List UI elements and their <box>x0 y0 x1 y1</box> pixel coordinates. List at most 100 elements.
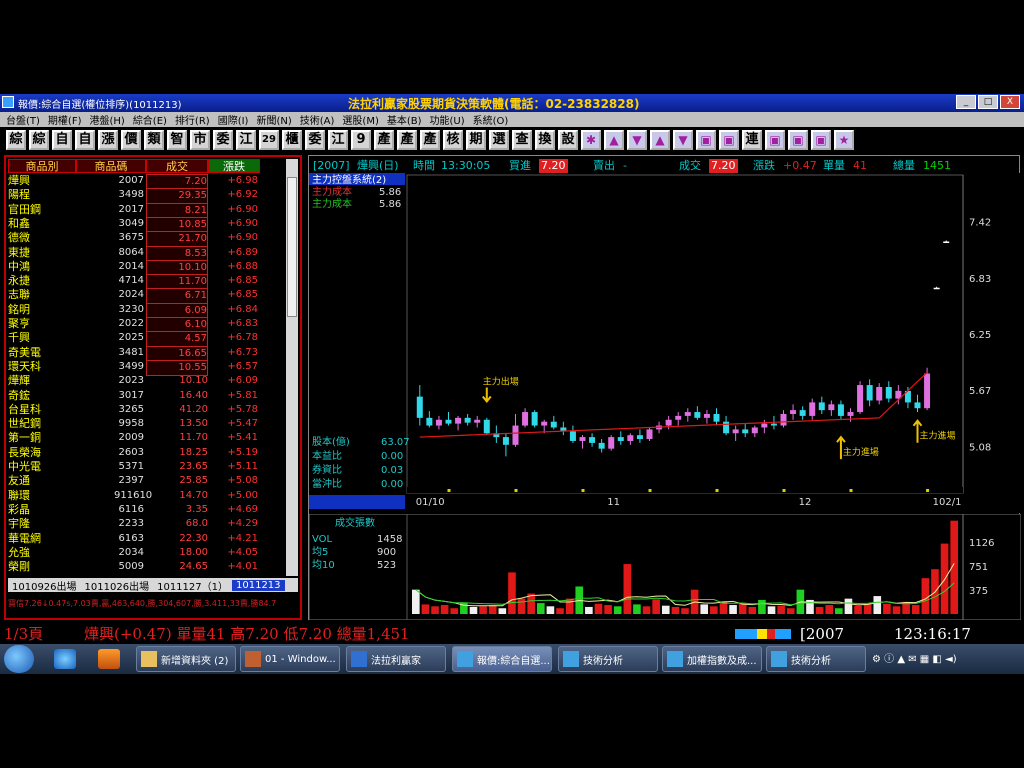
list-tab[interactable]: 1011213 <box>232 579 285 591</box>
toolbar-button[interactable]: 核 <box>443 130 463 150</box>
menu-item[interactable]: 基本(B) <box>387 112 422 127</box>
quote-row[interactable]: 世紀鋼 9958 13.50 +5.47 <box>6 417 290 431</box>
taskbar-item[interactable]: 報價:綜合自選... <box>452 646 552 672</box>
quote-row[interactable]: 志聯 2024 6.71 +6.85 <box>6 288 290 305</box>
toolbar-button[interactable]: 設 <box>558 130 578 150</box>
toolbar-button[interactable]: ▣ <box>765 130 785 150</box>
taskbar-item[interactable]: 01 - Window... <box>240 646 340 672</box>
toolbar-button[interactable]: 委 <box>305 130 325 150</box>
toolbar-button[interactable]: 產 <box>374 130 394 150</box>
quote-row[interactable]: 第一銅 2009 11.70 +5.41 <box>6 431 290 445</box>
quote-row[interactable]: 長榮海 2603 18.25 +5.19 <box>6 446 290 460</box>
taskbar-item[interactable]: 技術分析 <box>558 646 658 672</box>
quote-row[interactable]: 聚亨 2022 6.10 +6.83 <box>6 317 290 333</box>
quote-row[interactable]: 和鑫 3049 10.85 +6.90 <box>6 216 290 233</box>
minimize-button[interactable]: _ <box>956 95 976 109</box>
toolbar-button[interactable]: 9 <box>351 130 371 150</box>
quote-row[interactable]: 千興 2025 4.57 +6.78 <box>6 331 290 348</box>
toolbar-button[interactable]: 江 <box>328 130 348 150</box>
taskbar-item[interactable]: 技術分析 <box>766 646 866 672</box>
volume-chart[interactable]: 成交張數VOL 1458 均5 900 均10 523 1126 751 375 <box>309 514 1021 620</box>
quote-row[interactable]: 銘明 3230 6.09 +6.84 <box>6 302 290 319</box>
toolbar-button[interactable]: 漲 <box>98 130 118 150</box>
toolbar-button[interactable]: 29 <box>259 130 279 150</box>
quote-row[interactable]: 宇隆 2233 68.0 +4.29 <box>6 517 290 531</box>
quote-row[interactable]: 聯環 911610 14.70 +5.00 <box>6 489 290 503</box>
menu-item[interactable]: 國際(I) <box>218 112 249 127</box>
candlestick-chart[interactable]: 主力控盤系統(2)主力成本 5.86主力成本 5.86股本(億) 63.07本益比 0.… <box>309 173 1021 513</box>
close-button[interactable]: X <box>1000 95 1020 109</box>
toolbar-button[interactable]: ✱ <box>581 130 601 150</box>
menu-item[interactable]: 功能(U) <box>430 112 465 127</box>
list-tab[interactable]: 1010926出場 <box>8 578 81 593</box>
toolbar-button[interactable]: ▣ <box>696 130 716 150</box>
quote-row[interactable]: 永捷 4714 11.70 +6.85 <box>6 274 290 291</box>
quote-row[interactable]: 官田鋼 2017 8.21 +6.90 <box>6 202 290 219</box>
toolbar-button[interactable]: ▣ <box>788 130 808 150</box>
quote-row[interactable]: 允強 2034 18.00 +4.05 <box>6 546 290 560</box>
menu-item[interactable]: 綜合(E) <box>133 112 167 127</box>
toolbar-button[interactable]: 類 <box>144 130 164 150</box>
quote-row[interactable]: 友通 2397 25.85 +5.08 <box>6 474 290 488</box>
menu-item[interactable]: 港盤(H) <box>89 112 124 127</box>
taskbar-item[interactable]: 加權指數及成... <box>662 646 762 672</box>
menu-item[interactable]: 技術(A) <box>300 112 335 127</box>
quote-row[interactable]: 環天科 3499 10.55 +6.57 <box>6 359 290 376</box>
toolbar-button[interactable]: ★ <box>834 130 854 150</box>
maximize-button[interactable]: □ <box>978 95 998 109</box>
toolbar-button[interactable]: 價 <box>121 130 141 150</box>
quote-row[interactable]: 華電網 6163 22.30 +4.21 <box>6 532 290 546</box>
toolbar-button[interactable]: ▼ <box>673 130 693 150</box>
taskbar-item[interactable]: 新增資料夾 (2) <box>136 646 236 672</box>
taskbar-item[interactable]: 法拉利贏家 <box>346 646 446 672</box>
toolbar-button[interactable]: 查 <box>512 130 532 150</box>
quote-row[interactable]: 奇鋐 3017 16.40 +5.81 <box>6 389 290 403</box>
header-price[interactable]: 成交 <box>146 159 208 173</box>
menu-item[interactable]: 台盤(T) <box>6 112 40 127</box>
quote-row[interactable]: 榮剛 5009 24.65 +4.01 <box>6 560 290 574</box>
toolbar-button[interactable]: 產 <box>397 130 417 150</box>
toolbar-button[interactable]: 江 <box>236 130 256 150</box>
quote-row[interactable]: 燁興 2007 7.20 +6.98 <box>6 174 290 190</box>
vertical-scrollbar[interactable] <box>286 159 298 576</box>
toolbar-button[interactable]: 委 <box>213 130 233 150</box>
toolbar-button[interactable]: ▣ <box>719 130 739 150</box>
toolbar-button[interactable]: 智 <box>167 130 187 150</box>
toolbar-button[interactable]: 換 <box>535 130 555 150</box>
toolbar-button[interactable]: 綜 <box>29 130 49 150</box>
toolbar-button[interactable]: 選 <box>489 130 509 150</box>
toolbar-button[interactable]: 櫃 <box>282 130 302 150</box>
menu-item[interactable]: 新聞(N) <box>256 112 291 127</box>
header-name[interactable]: 商品別 <box>8 159 76 173</box>
system-tray[interactable]: ⚙ ⓘ ▲ ✉ ▦ ◧ ◄) <box>872 650 957 665</box>
quote-row[interactable]: 東捷 8064 8.53 +6.89 <box>6 245 290 262</box>
toolbar-button[interactable]: 市 <box>190 130 210 150</box>
list-tab[interactable]: 1011026出場 <box>81 578 154 593</box>
toolbar-button[interactable]: 期 <box>466 130 486 150</box>
toolbar-button[interactable]: 自 <box>52 130 72 150</box>
quote-row[interactable]: 中光電 5371 23.65 +5.11 <box>6 460 290 474</box>
title-bar[interactable]: 報價:綜合自選(權位排序)(1011213) 法拉利贏家股票期貨決策軟體(電話：… <box>0 94 1024 112</box>
ie-icon[interactable] <box>54 649 76 669</box>
toolbar-button[interactable]: ▼ <box>627 130 647 150</box>
toolbar-button[interactable]: 連 <box>742 130 762 150</box>
scroll-thumb[interactable] <box>287 177 297 317</box>
quote-row[interactable]: 陽程 3498 29.35 +6.92 <box>6 188 290 205</box>
header-code[interactable]: 商品碼 <box>76 159 146 173</box>
menu-item[interactable]: 選股(M) <box>342 112 378 127</box>
list-tab[interactable]: 1011127（1） <box>153 578 232 593</box>
toolbar-button[interactable]: ▣ <box>811 130 831 150</box>
menu-item[interactable]: 排行(R) <box>175 112 210 127</box>
quote-row[interactable]: 中鴻 2014 10.10 +6.88 <box>6 259 290 276</box>
menu-item[interactable]: 期權(F) <box>48 112 82 127</box>
quote-row[interactable]: 德微 3675 21.70 +6.90 <box>6 231 290 248</box>
quote-row[interactable]: 台星科 3265 41.20 +5.78 <box>6 403 290 417</box>
quote-row[interactable]: 燁輝 2023 10.10 +6.09 <box>6 374 290 388</box>
toolbar-button[interactable]: ▲ <box>650 130 670 150</box>
toolbar-button[interactable]: 產 <box>420 130 440 150</box>
toolbar-button[interactable]: 自 <box>75 130 95 150</box>
media-player-icon[interactable] <box>98 649 120 669</box>
quote-row[interactable]: 奇美電 3481 16.65 +6.73 <box>6 345 290 362</box>
start-button[interactable] <box>4 645 34 673</box>
toolbar-button[interactable]: 綜 <box>6 130 26 150</box>
